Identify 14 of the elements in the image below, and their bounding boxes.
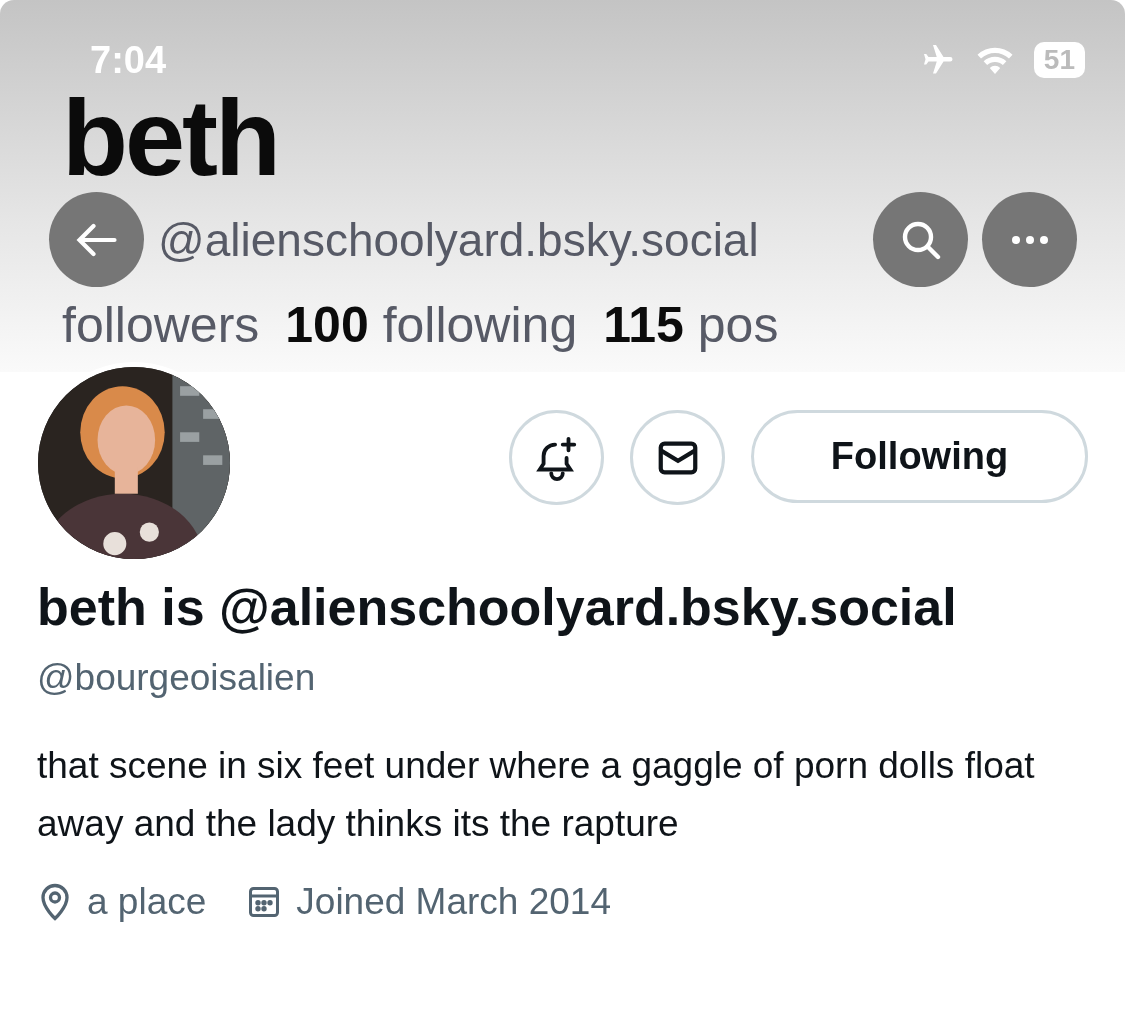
stat-text[interactable]: 100 following bbox=[285, 295, 578, 355]
header-title: beth bbox=[62, 84, 278, 192]
battery-level: 51 bbox=[1033, 42, 1085, 78]
username: @bourgeoisalien bbox=[37, 657, 317, 699]
back-arrow-icon bbox=[75, 221, 118, 258]
header-handle: @alienschoolyard.bsky.social bbox=[158, 212, 759, 267]
more-icon bbox=[1009, 234, 1050, 245]
stat-text[interactable]: followers bbox=[62, 295, 260, 355]
stat-text[interactable]: 115 pos bbox=[603, 295, 779, 355]
bio-text: that scene in six feet under where a gaggle of porn dolls float away and the lady thinks its the rapture bbox=[37, 744, 1036, 846]
display-name: beth is @alienschoolyard.bsky.social bbox=[37, 577, 958, 638]
following-button[interactable]: Following bbox=[751, 410, 1088, 503]
joined-date: Joined March 2014 bbox=[296, 881, 611, 923]
location-text: a place bbox=[87, 881, 207, 923]
